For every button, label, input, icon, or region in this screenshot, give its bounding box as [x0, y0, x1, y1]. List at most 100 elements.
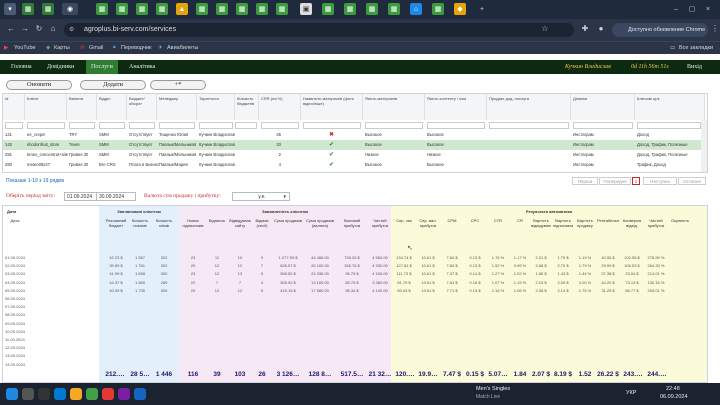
col-extra[interactable]: Продакт дод. послуги	[487, 94, 571, 120]
stats-col-header[interactable]: Вартість продажу	[575, 218, 595, 248]
nav-directories[interactable]: Довідники	[42, 60, 79, 74]
page-first[interactable]: Перша	[572, 177, 598, 185]
tab-sheets-16[interactable]: ▦	[432, 3, 444, 15]
logout-link[interactable]: Вихід	[682, 60, 707, 74]
col-client[interactable]: Клієнт	[25, 94, 67, 120]
tab-sheets-2[interactable]: ▦	[42, 3, 54, 15]
chrome-icon[interactable]	[86, 388, 98, 400]
col-content[interactable]: Якість контенту / ком	[425, 94, 487, 120]
stats-col-header[interactable]: CPC	[465, 218, 485, 248]
address-bar[interactable]: agroplus.bi-serv.com/services	[64, 23, 574, 37]
stats-col-header[interactable]: Сума продажів (валюта)	[305, 218, 335, 248]
edge-icon[interactable]	[54, 388, 66, 400]
stats-col-header[interactable]: CR	[511, 218, 529, 248]
stats-col-header[interactable]: Вартість відвідування	[531, 218, 551, 248]
table-row[interactable]: 141 ee_crepel TRY SMM Отсутствует Тищенко Юли…	[3, 130, 703, 140]
filter-input[interactable]	[261, 122, 299, 129]
stats-col-header[interactable]: Валовий прибуток	[337, 218, 367, 248]
filter-input[interactable]	[427, 122, 485, 129]
tab-sheets-8[interactable]: ▦	[216, 3, 228, 15]
refresh-button[interactable]: Оновити	[6, 80, 72, 90]
flights-icon[interactable]: ✈	[158, 44, 163, 53]
tab-sheets-14[interactable]: ▦	[366, 3, 378, 15]
extra-button[interactable]: +*	[150, 80, 206, 90]
filter-input[interactable]	[303, 122, 361, 129]
translate-icon[interactable]: ✦	[112, 44, 117, 53]
col-budgets[interactable]: Кількість бюджетів	[235, 94, 259, 120]
tab-sheets-12[interactable]: ▦	[322, 3, 334, 15]
col-manager[interactable]: Менеджер	[157, 94, 197, 120]
tab-sheets-11[interactable]: ▦	[276, 3, 288, 15]
table-scrollbar[interactable]	[701, 120, 707, 172]
stats-col-header[interactable]: Конверсія відвід.	[621, 218, 643, 248]
maps-icon[interactable]: ◆	[46, 44, 50, 53]
tab-sheets-13[interactable]: ▦	[344, 3, 356, 15]
tab-sheets-7[interactable]: ▦	[196, 3, 208, 15]
filter-input[interactable]	[235, 122, 257, 129]
page-last[interactable]: Остання	[678, 177, 706, 185]
tab-sheets-1[interactable]: ▦	[22, 3, 34, 15]
tab-sheets-3[interactable]: ▦	[96, 3, 108, 15]
tab-sheets-15[interactable]: ▦	[388, 3, 400, 15]
stats-col-header[interactable]: Кількість показів	[129, 218, 151, 248]
filter-input[interactable]	[637, 122, 701, 129]
tab-sheets-10[interactable]: ▦	[256, 3, 268, 15]
bookmark-gmail[interactable]: Gmail	[89, 44, 103, 53]
col-materials[interactable]: Наявність матеріалів (фото відео/інше)	[301, 94, 363, 120]
bookmark-maps[interactable]: Карты	[54, 44, 70, 53]
filter-input[interactable]	[365, 122, 423, 129]
app-icon-2[interactable]	[118, 388, 130, 400]
home-icon[interactable]: ⌂	[48, 24, 58, 34]
stats-col-header[interactable]: Відписок	[207, 218, 227, 248]
tab-page[interactable]: ▣	[300, 3, 312, 15]
stats-col-header[interactable]: Чистий прибуток	[645, 218, 667, 248]
col-area[interactable]: Ділянки	[571, 94, 635, 120]
stats-col-header[interactable]: Чистий прибуток	[367, 218, 393, 248]
bookmark-star-icon[interactable]: ☆	[540, 24, 550, 34]
nav-services[interactable]: Послуги	[86, 60, 118, 74]
stats-col-header[interactable]: CPM	[441, 218, 463, 248]
col-goal[interactable]: Ключові цілі	[635, 94, 705, 120]
currency-select[interactable]: у.е. ▾	[232, 192, 290, 201]
reload-icon[interactable]: ↻	[34, 24, 44, 34]
col-id[interactable]: Id	[3, 94, 25, 120]
apps-icon[interactable]: ▶	[4, 44, 8, 53]
stats-col-header[interactable]: Рентабельність	[597, 218, 619, 248]
col-quality[interactable]: Якість матеріалів	[363, 94, 425, 120]
col-dept[interactable]: Відділ	[97, 94, 127, 120]
tab-sheets-5[interactable]: ▦	[136, 3, 148, 15]
all-bookmarks[interactable]: Все закладки	[679, 44, 713, 53]
tab-sheets-6[interactable]: ▦	[156, 3, 168, 15]
table-row[interactable]: 142 shodonfruit_store Тенге SMM Отсутствует П…	[3, 140, 703, 150]
bookmark-translate[interactable]: Переводчик	[121, 44, 151, 53]
stats-col-header[interactable]: Дата	[5, 218, 25, 248]
gmail-icon[interactable]: ✉	[80, 44, 85, 53]
date-to-input[interactable]: 30.09.2024	[96, 192, 136, 201]
table-row[interactable]: 291 tenex_concentrat+site Гривня 30 SMM Отсу…	[3, 150, 703, 160]
col-turnover[interactable]: Бюджет/оборот	[127, 94, 157, 120]
filter-input[interactable]	[573, 122, 633, 129]
minimize-icon[interactable]: –	[670, 3, 682, 15]
app-icon-3[interactable]	[134, 388, 146, 400]
nav-analytics[interactable]: Аналітика	[124, 60, 160, 74]
stats-col-header[interactable]: Відмов (сесії)	[253, 218, 271, 248]
close-window-icon[interactable]: ×	[702, 3, 714, 15]
lang-indicator[interactable]: УКР	[626, 390, 636, 396]
extensions-icon[interactable]: ✚	[580, 24, 590, 34]
col-target[interactable]: Таргетолог	[197, 94, 235, 120]
widget-title[interactable]: Men's Singles	[476, 386, 510, 392]
stats-col-header[interactable]: Сер. вал. прибуток	[417, 218, 439, 248]
back-icon[interactable]: ←	[6, 24, 16, 34]
filter-input[interactable]	[99, 122, 125, 129]
filter-input[interactable]	[27, 122, 65, 129]
stats-col-header[interactable]: Нових підписників	[181, 218, 205, 248]
stats-col-header[interactable]: Кількість кліків	[153, 218, 175, 248]
folder-icon[interactable]: ▭	[670, 44, 675, 53]
start-icon[interactable]	[6, 388, 18, 400]
page-prev[interactable]: Попередня	[599, 177, 631, 185]
stats-col-header[interactable]: Вартість підписника	[553, 218, 573, 248]
stats-col-header[interactable]: Окупність	[669, 218, 691, 248]
table-row[interactable]: 280 meteo08x27 Гривня 30 Bre CRS Плата в Биз…	[3, 160, 703, 170]
nav-home[interactable]: Головна	[6, 60, 37, 74]
site-info-icon[interactable]: ⚙	[69, 26, 77, 34]
